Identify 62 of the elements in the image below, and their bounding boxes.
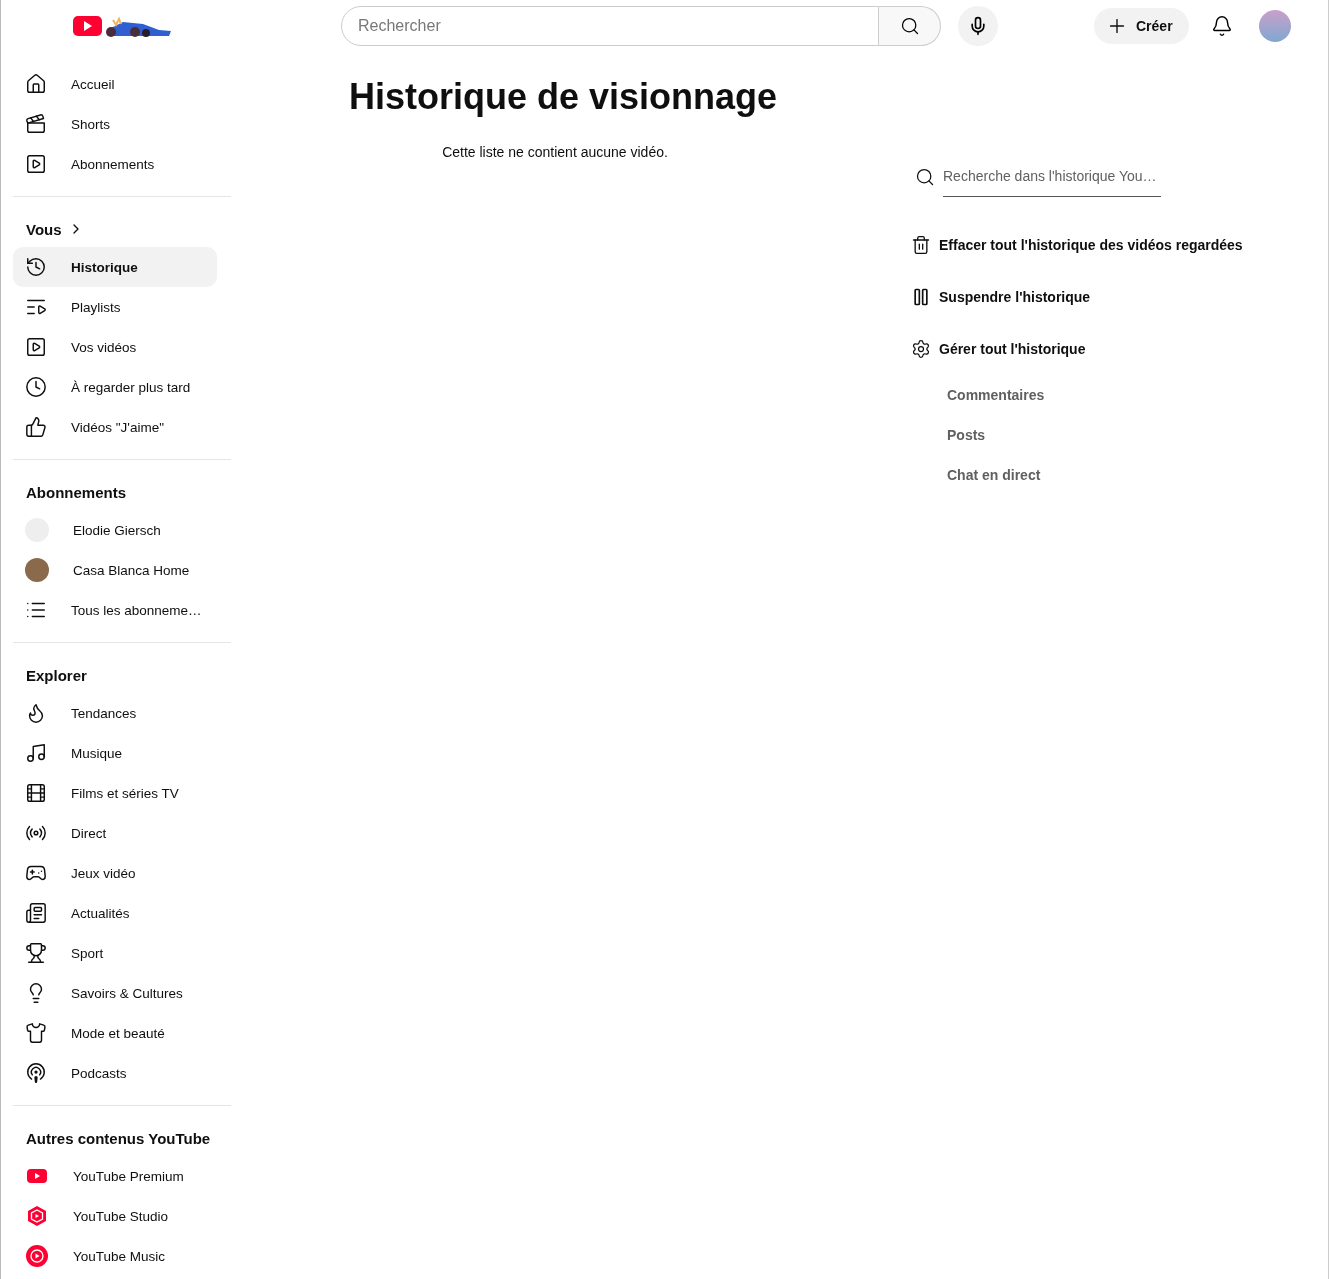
sidebar-item[interactable]: Tous les abonneme… <box>13 590 217 630</box>
sidebar-item[interactable]: Elodie Giersch <box>13 510 217 550</box>
podcast-icon <box>25 1062 47 1084</box>
create-button[interactable]: Créer <box>1094 8 1189 44</box>
newspaper-icon <box>25 902 47 924</box>
sidebar-item[interactable]: Musique <box>13 733 217 773</box>
trash-icon <box>911 235 931 255</box>
history-sub-link[interactable]: Chat en direct <box>911 455 1311 495</box>
sidebar-item[interactable]: Savoirs & Cultures <box>13 973 217 1013</box>
search-button[interactable] <box>879 6 941 46</box>
sidebar-item[interactable]: Jeux vidéo <box>13 853 217 893</box>
trophy-icon <box>25 942 47 964</box>
sidebar-item[interactable]: Abonnements <box>13 144 217 184</box>
settings-icon <box>911 339 931 359</box>
play-box-icon <box>25 336 47 358</box>
section-title: Explorer <box>26 666 87 684</box>
history-sub-link[interactable]: Posts <box>911 415 1311 455</box>
history-sub-link[interactable]: Commentaires <box>911 375 1311 415</box>
logo-drawing[interactable] <box>73 14 173 38</box>
search-icon <box>915 166 935 187</box>
sidebar-item[interactable]: Playlists <box>13 287 217 327</box>
home-icon <box>25 73 47 95</box>
microphone-icon <box>968 16 988 36</box>
search-field[interactable]: Rechercher <box>341 6 879 46</box>
sidebar-item[interactable]: Podcasts <box>13 1053 217 1093</box>
sidebar-item[interactable]: Actualités <box>13 893 217 933</box>
page-title: Historique de visionnage <box>349 76 779 118</box>
sidebar-item[interactable]: Vidéos "J'aime" <box>13 407 217 447</box>
sidebar-item[interactable]: Casa Blanca Home <box>13 550 217 590</box>
section-title: Abonnements <box>26 483 126 501</box>
sidebar-item[interactable]: À regarder plus tard <box>13 367 217 407</box>
circle-play-icon <box>25 1244 49 1268</box>
play-box-icon <box>25 153 47 175</box>
sidebar-item[interactable]: Direct <box>13 813 217 853</box>
clock-icon <box>25 376 47 398</box>
sidebar-item[interactable]: YouTube Studio <box>13 1196 217 1236</box>
history-action-link[interactable]: Suspendre l'historique <box>911 271 1311 323</box>
sidebar-item[interactable]: Mode et beauté <box>13 1013 217 1053</box>
pause-icon <box>911 287 931 307</box>
sidebar-item[interactable]: Vos vidéos <box>13 327 217 367</box>
sidebar-item[interactable]: YouTube Premium <box>13 1156 217 1196</box>
sidebar-item[interactable]: Shorts <box>13 104 217 144</box>
sidebar-item[interactable]: Accueil <box>13 64 217 104</box>
hexagon-play-icon <box>25 1204 49 1228</box>
thumbs-up-icon <box>25 416 47 438</box>
music-note-icon <box>25 742 47 764</box>
history-icon <box>25 256 47 278</box>
sidebar-item[interactable]: Tendances <box>13 693 217 733</box>
history-action-link[interactable]: Effacer tout l'historique des vidéos regardées <box>911 219 1311 271</box>
sidebar-item[interactable]: Sport <box>13 933 217 973</box>
section-title[interactable]: Vous <box>26 220 62 238</box>
sidebar-item[interactable]: Films et séries TV <box>13 773 217 813</box>
channel-avatar <box>25 558 49 582</box>
history-action-link[interactable]: Gérer tout l'historique <box>911 323 1311 375</box>
sidebar-item[interactable]: YouTube Music <box>13 1236 217 1276</box>
bell-icon <box>1210 15 1233 37</box>
sidebar-item[interactable]: Historique <box>13 247 217 287</box>
section-title: Autres contenus YouTube <box>26 1129 211 1147</box>
search-icon <box>899 16 920 36</box>
empty-message: Cette liste ne contient aucune vidéo. <box>441 144 669 160</box>
microphone-button[interactable] <box>958 6 998 46</box>
film-icon <box>25 782 47 804</box>
